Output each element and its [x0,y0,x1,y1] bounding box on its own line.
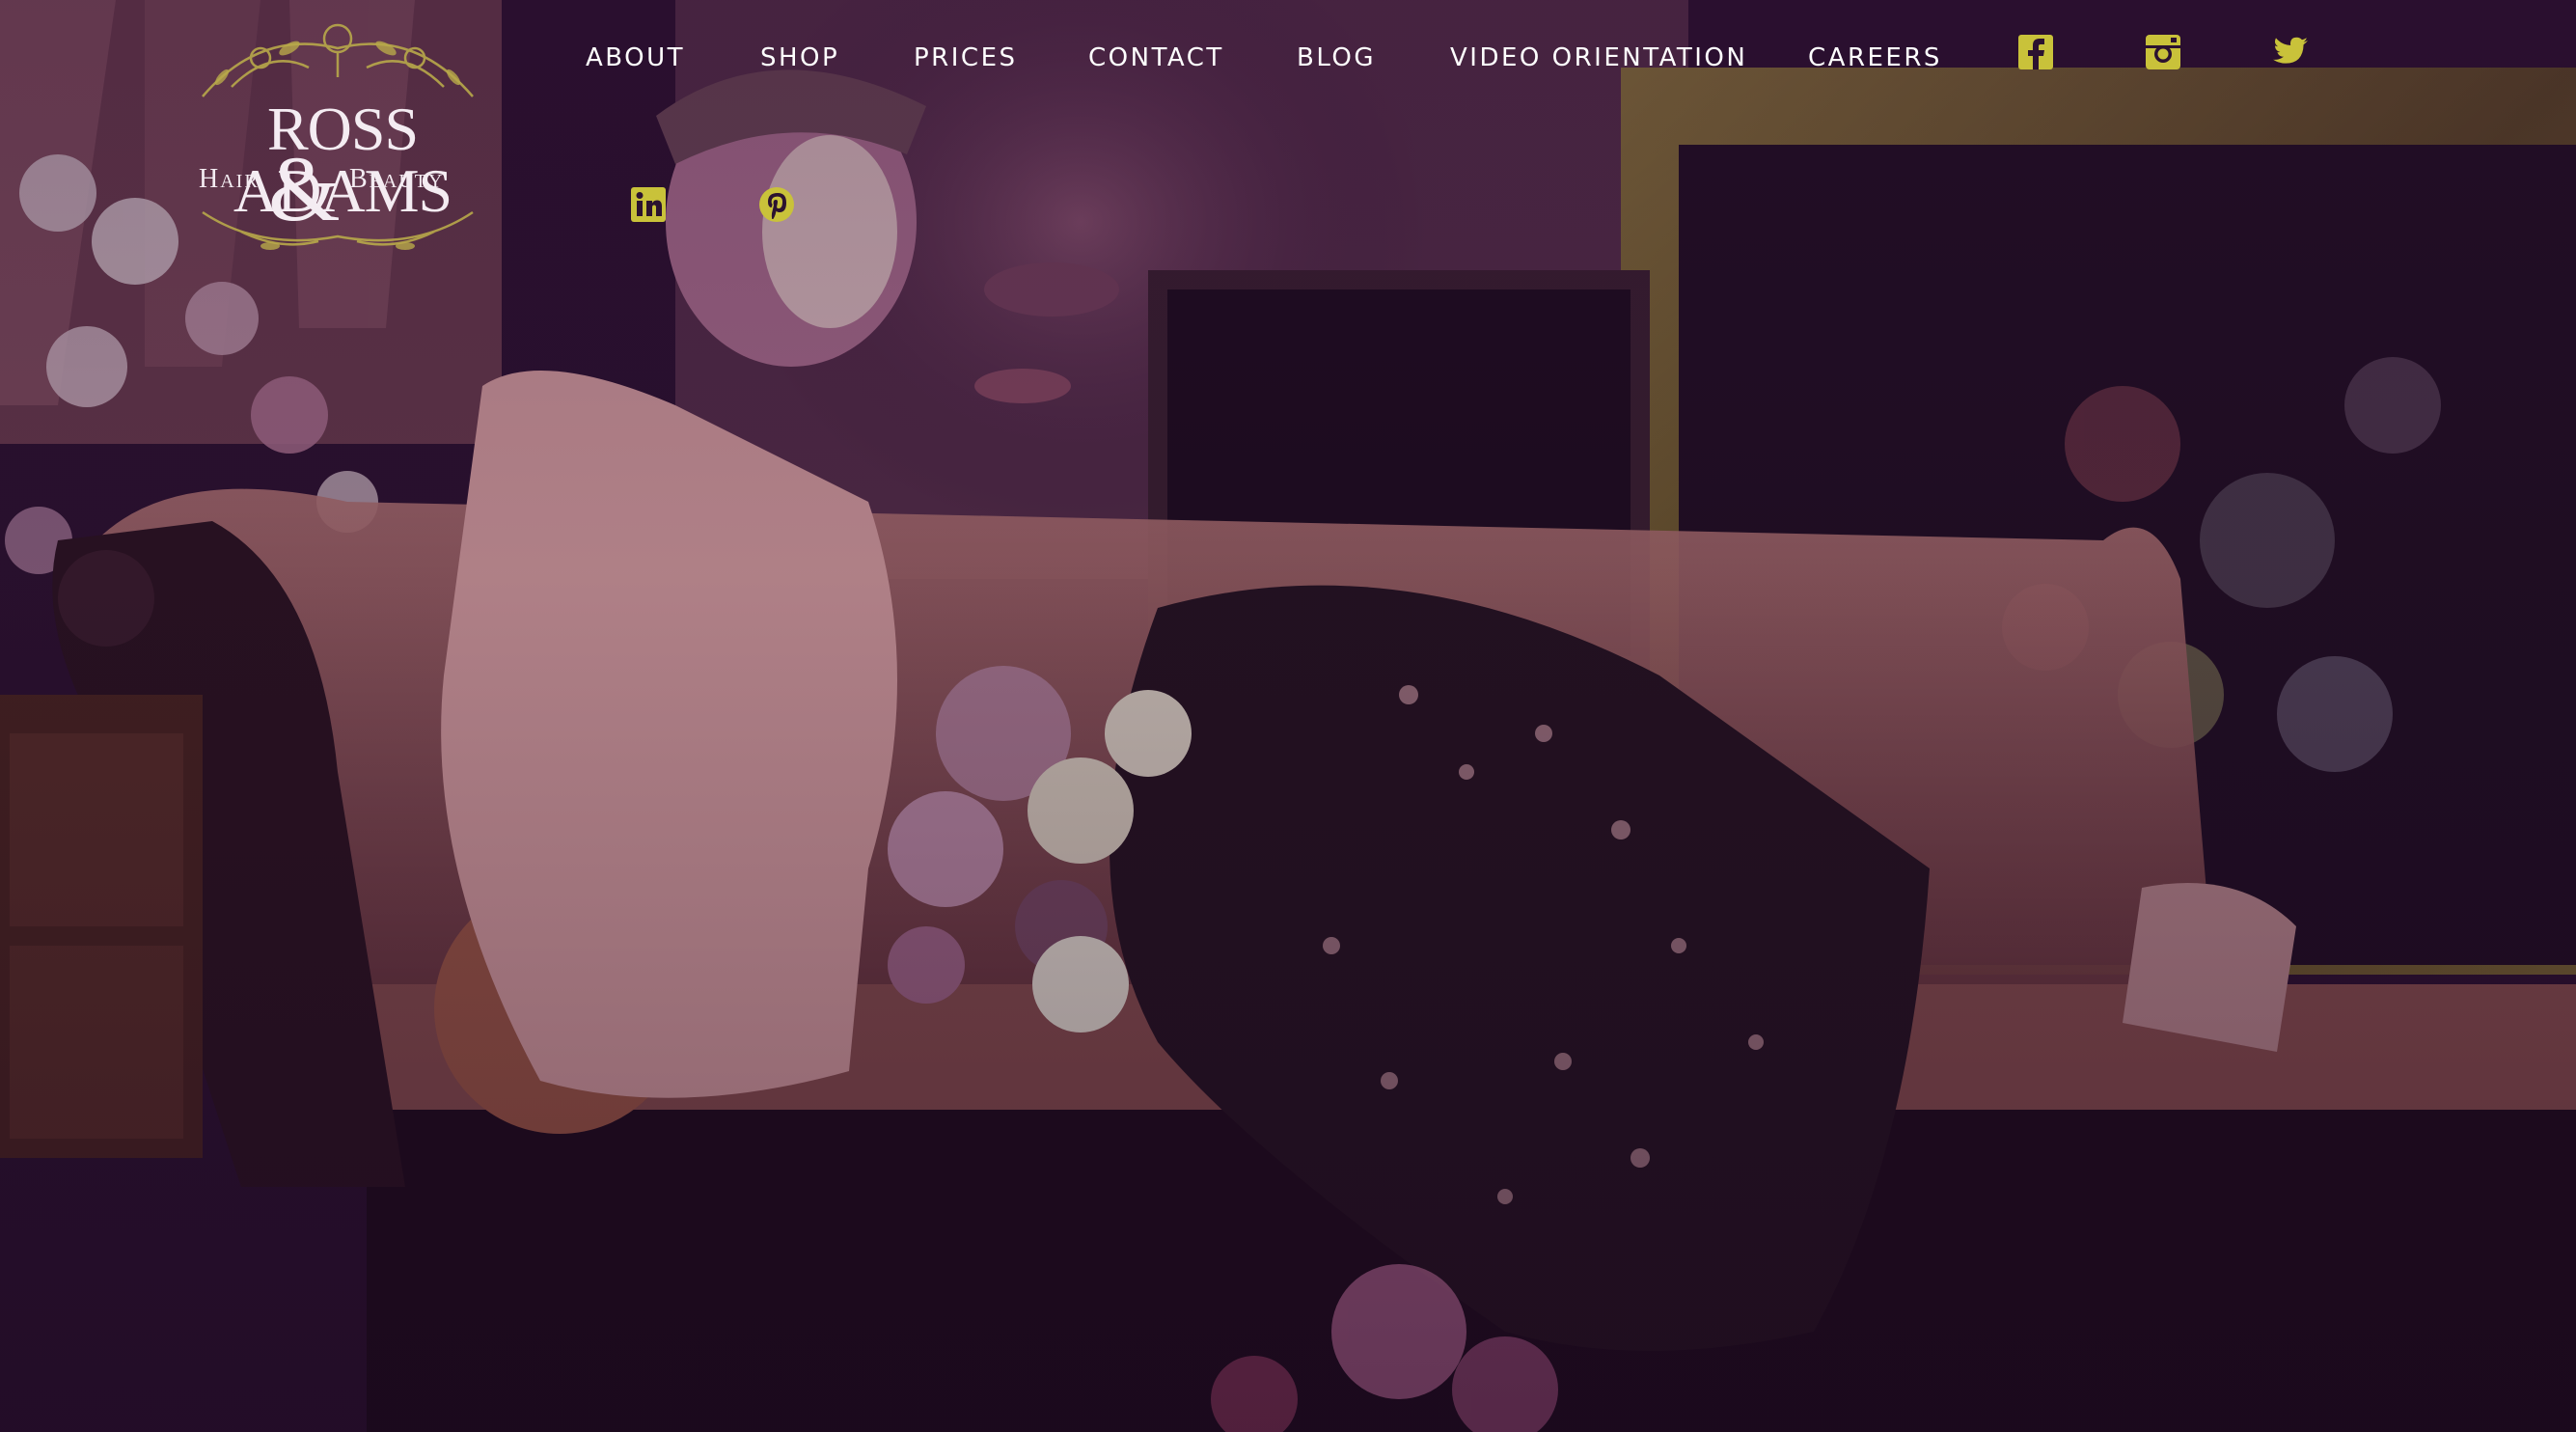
brand-ampersand: & [268,137,341,240]
pinterest-icon[interactable] [757,185,796,224]
twitter-icon[interactable] [2271,33,2310,71]
nav-shop[interactable]: SHOP [760,39,839,77]
nav-video-orientation[interactable]: VIDEO ORIENTATION [1450,39,1747,77]
instagram-icon[interactable] [2144,33,2182,71]
nav-prices[interactable]: PRICES [914,39,1018,77]
brand-sub-beauty: Beauty [349,164,445,194]
brand-name: ROSS ADAMS [233,95,452,225]
nav-about[interactable]: ABOUT [586,39,685,77]
nav-careers[interactable]: CAREERS [1808,39,1942,77]
linkedin-icon[interactable] [629,185,668,224]
nav-blog[interactable]: BLOG [1297,39,1376,77]
main-navigation: ABOUT SHOP PRICES CONTACT BLOG VIDEO ORI… [0,39,2576,106]
brand-sub-hair: Hair [199,164,260,194]
nav-contact[interactable]: CONTACT [1088,39,1224,77]
facebook-icon[interactable] [2016,33,2055,71]
